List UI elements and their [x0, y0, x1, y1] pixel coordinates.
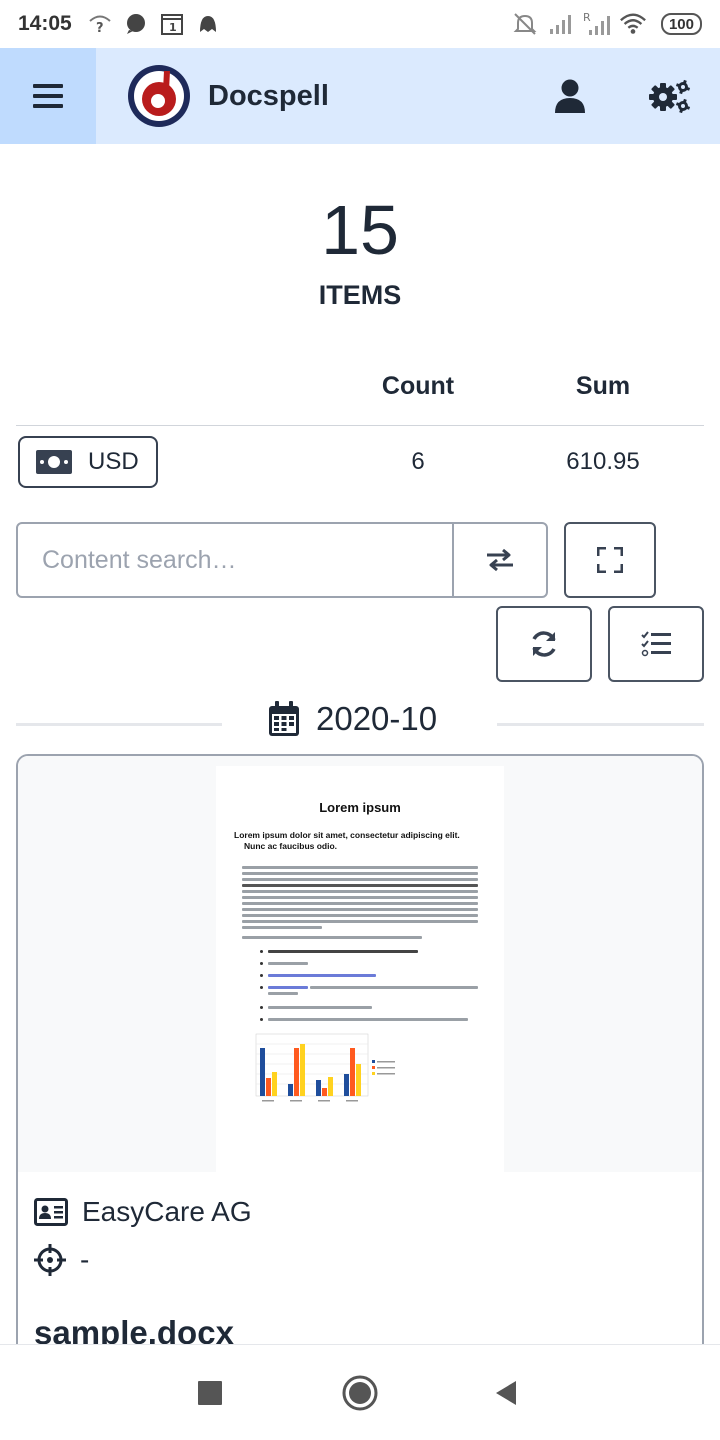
- signal-icon: [547, 10, 575, 38]
- stats-table-header: Count Sum: [16, 360, 704, 426]
- svg-text:R: R: [583, 11, 591, 24]
- content-search-input[interactable]: [18, 524, 452, 596]
- recent-apps-button[interactable]: [186, 1369, 234, 1417]
- battery-indicator: 100: [660, 13, 702, 35]
- divider-right: [497, 723, 704, 726]
- svg-text:?: ?: [96, 21, 104, 35]
- row-count-value: 6: [411, 448, 425, 475]
- preview-title: Lorem ipsum: [319, 800, 401, 815]
- calendar-one-icon: 1: [158, 10, 186, 38]
- user-button[interactable]: [520, 48, 620, 144]
- date-group-label: 2020-10: [316, 700, 438, 737]
- refresh-button[interactable]: [496, 606, 592, 682]
- system-navigation-bar: [0, 1344, 720, 1440]
- octopus-icon: [194, 10, 222, 38]
- brand[interactable]: Docspell: [126, 63, 329, 129]
- top-app-bar: Docspell: [0, 48, 720, 144]
- status-time: 14:05: [18, 12, 72, 35]
- table-row: USD 6 610.95: [16, 426, 704, 498]
- svg-text:1: 1: [169, 21, 177, 34]
- back-triangle-icon: [496, 1381, 516, 1405]
- items-count: 15: [321, 191, 399, 269]
- address-card-icon: [34, 1198, 68, 1226]
- hamburger-icon: [33, 84, 63, 108]
- status-bar: 14:05 ? 1 R 100: [0, 0, 720, 48]
- wifi-question-icon: ?: [86, 10, 114, 38]
- items-label: ITEMS: [318, 280, 402, 310]
- home-button[interactable]: [336, 1369, 384, 1417]
- search-bar: [16, 522, 548, 598]
- currency-badge: USD: [18, 436, 158, 488]
- chat-bubble-icon: [122, 10, 150, 38]
- expand-button[interactable]: [564, 522, 656, 598]
- date-group-header: 2020-10: [268, 700, 437, 738]
- correspondent-row: EasyCare AG: [34, 1196, 252, 1228]
- menu-button[interactable]: [0, 48, 96, 144]
- item-card[interactable]: Lorem ipsum Lorem ipsum dolor sit amet, …: [16, 754, 704, 1374]
- gears-icon: [649, 79, 691, 113]
- divider-left: [16, 723, 222, 726]
- app-title: Docspell: [208, 79, 329, 112]
- signal-r-icon: R: [583, 10, 611, 38]
- crosshairs-icon: [34, 1244, 66, 1276]
- column-header-count: Count: [381, 372, 455, 400]
- document-preview[interactable]: Lorem ipsum Lorem ipsum dolor sit amet, …: [18, 756, 702, 1172]
- row-sum-value: 610.95: [566, 448, 640, 475]
- sync-icon: [532, 631, 556, 657]
- back-button[interactable]: [482, 1369, 530, 1417]
- document-thumbnail: Lorem ipsum Lorem ipsum dolor sit amet, …: [216, 766, 504, 1172]
- exchange-icon: [487, 548, 513, 572]
- currency-label: USD: [88, 448, 139, 475]
- bell-off-icon: [511, 10, 539, 38]
- tasks-list-icon: [641, 631, 671, 657]
- money-bill-icon: [36, 450, 72, 474]
- preview-heading: Lorem ipsum dolor sit amet, consectetur …: [234, 830, 460, 851]
- correspondent-name: EasyCare AG: [82, 1196, 252, 1227]
- settings-button[interactable]: [620, 48, 720, 144]
- calendar-icon: [269, 701, 299, 736]
- select-mode-button[interactable]: [608, 606, 704, 682]
- expand-icon: [597, 547, 623, 573]
- search-mode-toggle-button[interactable]: [452, 524, 546, 596]
- column-header-sum: Sum: [575, 372, 631, 400]
- home-circle-icon: [342, 1375, 378, 1411]
- concerning-row: -: [34, 1244, 89, 1276]
- wifi-icon: [619, 10, 647, 38]
- concerning-value: -: [80, 1244, 90, 1275]
- square-icon: [198, 1381, 222, 1405]
- docspell-logo: [128, 65, 190, 127]
- user-icon: [555, 79, 585, 113]
- preview-chart-image: [255, 1033, 395, 1102]
